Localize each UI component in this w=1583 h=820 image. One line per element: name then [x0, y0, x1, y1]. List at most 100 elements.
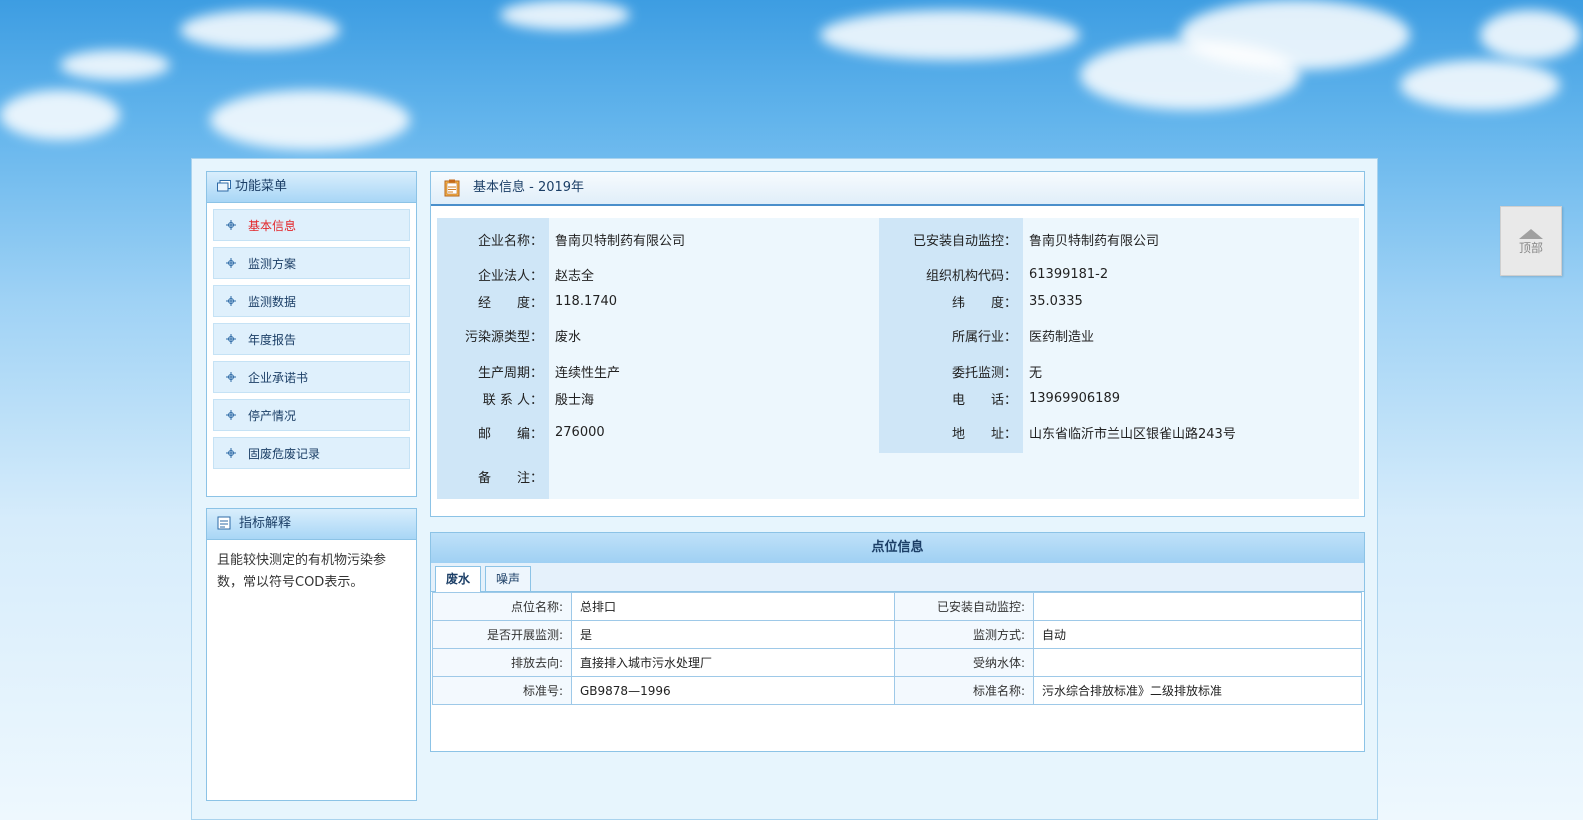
menu-item-label: 年度报告 — [248, 333, 297, 347]
info-label: 经 度： — [437, 289, 549, 313]
crosshair-icon — [226, 296, 236, 306]
info-row: 污染源类型： 废水 所属行业： 医药制造业 — [437, 313, 1359, 357]
menu-item-label: 监测方案 — [248, 257, 297, 271]
crosshair-icon — [226, 220, 236, 230]
tab-wastewater[interactable]: 废水 — [435, 566, 482, 592]
menu-item-label: 企业承诺书 — [248, 371, 309, 385]
basic-info-header: 基本信息 - 2019年 — [431, 172, 1364, 206]
document-icon — [217, 516, 231, 530]
point-row: 排放去向: 直接排入城市污水处理厂 受纳水体: — [432, 648, 1362, 677]
crosshair-icon — [226, 258, 236, 268]
info-value: 废水 — [549, 313, 879, 357]
info-label: 企业法人： — [437, 260, 549, 289]
info-value: 鲁南贝特制药有限公司 — [1023, 218, 1359, 260]
menu-item-label: 基本信息 — [248, 219, 297, 233]
info-value: 医药制造业 — [1023, 313, 1359, 357]
back-to-top-label: 顶部 — [1518, 241, 1543, 255]
function-menu: 基本信息 监测方案 监测数据 年度报告 企业承诺书 停产情况 固废危废记录 — [207, 203, 416, 469]
point-value: 自动 — [1033, 620, 1362, 649]
menu-item-waste-records[interactable]: 固废危废记录 — [213, 437, 410, 469]
info-label: 联 系 人： — [437, 385, 549, 411]
info-row: 邮 编： 276000 地 址： 山东省临沂市兰山区银雀山路243号 — [437, 411, 1359, 453]
basic-info-table: 企业名称： 鲁南贝特制药有限公司 已安装自动监控： 鲁南贝特制药有限公司 企业法… — [437, 218, 1359, 499]
cloud-decoration — [60, 50, 170, 80]
remark-value — [549, 453, 1359, 499]
info-label: 企业名称： — [437, 218, 549, 260]
point-label: 受纳水体: — [894, 648, 1034, 677]
basic-info-panel: 基本信息 - 2019年 企业名称： 鲁南贝特制药有限公司 已安装自动监控： 鲁… — [430, 171, 1365, 517]
point-row: 标准号: GB9878—1996 标准名称: 污水综合排放标准》二级排放标准 — [432, 676, 1362, 705]
cloud-decoration — [210, 90, 410, 150]
points-table: 点位名称: 总排口 已安装自动监控: 是否开展监测: 是 监测方式: 自动 排放… — [432, 592, 1362, 705]
cloud-decoration — [1480, 10, 1580, 60]
menu-item-label: 固废危废记录 — [248, 447, 321, 461]
point-label: 标准号: — [432, 676, 572, 705]
info-label: 污染源类型： — [437, 313, 549, 357]
info-value: 276000 — [549, 411, 879, 453]
point-label: 排放去向: — [432, 648, 572, 677]
info-value: 35.0335 — [1023, 289, 1359, 313]
info-row: 企业名称： 鲁南贝特制药有限公司 已安装自动监控： 鲁南贝特制药有限公司 — [437, 218, 1359, 260]
crosshair-icon — [226, 334, 236, 344]
points-title: 点位信息 — [431, 533, 1364, 563]
point-label: 监测方式: — [894, 620, 1034, 649]
cloud-decoration — [1400, 60, 1560, 110]
menu-item-shutdown[interactable]: 停产情况 — [213, 399, 410, 431]
point-value — [1033, 592, 1362, 621]
info-label: 电 话： — [879, 385, 1023, 411]
points-panel: 点位信息 废水 噪声 点位名称: 总排口 已安装自动监控: 是否开展监测: 是 … — [430, 532, 1365, 752]
cloud-decoration — [500, 0, 630, 30]
info-value: 无 — [1023, 357, 1359, 385]
point-value — [1033, 648, 1362, 677]
menu-item-commitment[interactable]: 企业承诺书 — [213, 361, 410, 393]
point-value: 直接排入城市污水处理厂 — [571, 648, 895, 677]
info-value: 118.1740 — [549, 289, 879, 313]
info-row: 联 系 人： 殷士海 电 话： 13969906189 — [437, 385, 1359, 411]
point-value: 是 — [571, 620, 895, 649]
info-value: 殷士海 — [549, 385, 879, 411]
menu-item-annual-report[interactable]: 年度报告 — [213, 323, 410, 355]
indicator-panel: 指标解释 且能较快测定的有机物污染参数，常以符号COD表示。 — [206, 508, 417, 801]
info-value: 鲁南贝特制药有限公司 — [549, 218, 879, 260]
indicator-header: 指标解释 — [207, 509, 416, 540]
info-value: 赵志全 — [549, 260, 879, 289]
cloud-decoration — [180, 10, 340, 50]
function-menu-panel: 功能菜单 基本信息 监测方案 监测数据 年度报告 企业承诺书 停产情况 固废危废… — [206, 171, 417, 497]
info-label: 生产周期： — [437, 357, 549, 385]
menu-item-basic-info[interactable]: 基本信息 — [213, 209, 410, 241]
point-label: 是否开展监测: — [432, 620, 572, 649]
tab-noise[interactable]: 噪声 — [485, 566, 532, 591]
info-label: 已安装自动监控： — [879, 218, 1023, 260]
remark-label: 备 注： — [437, 453, 549, 499]
basic-info-title: 基本信息 - 2019年 — [473, 180, 585, 195]
arrow-up-icon — [1519, 229, 1543, 239]
indicator-text: 且能较快测定的有机物污染参数，常以符号COD表示。 — [217, 553, 387, 590]
menu-item-monitoring-plan[interactable]: 监测方案 — [213, 247, 410, 279]
info-value: 连续性生产 — [549, 357, 879, 385]
info-label: 纬 度： — [879, 289, 1023, 313]
cloud-decoration — [820, 10, 1080, 60]
info-label: 地 址： — [879, 411, 1023, 453]
info-label: 邮 编： — [437, 411, 549, 453]
point-row: 是否开展监测: 是 监测方式: 自动 — [432, 620, 1362, 649]
cloud-decoration — [0, 90, 120, 140]
point-value: GB9878—1996 — [571, 676, 895, 705]
info-value: 山东省临沂市兰山区银雀山路243号 — [1023, 411, 1359, 453]
info-row-remark: 备 注： — [437, 453, 1359, 499]
crosshair-icon — [226, 448, 236, 458]
info-row: 经 度： 118.1740 纬 度： 35.0335 — [437, 289, 1359, 313]
info-label: 组织机构代码： — [879, 260, 1023, 289]
info-row: 生产周期： 连续性生产 委托监测： 无 — [437, 357, 1359, 385]
indicator-title: 指标解释 — [239, 516, 292, 531]
function-menu-header: 功能菜单 — [207, 172, 416, 203]
clipboard-icon — [444, 179, 460, 197]
cloud-decoration — [1180, 0, 1410, 70]
info-label: 所属行业： — [879, 313, 1023, 357]
point-label: 标准名称: — [894, 676, 1034, 705]
point-value: 污水综合排放标准》二级排放标准 — [1033, 676, 1362, 705]
back-to-top-button[interactable]: 顶部 — [1500, 206, 1562, 276]
menu-item-monitoring-data[interactable]: 监测数据 — [213, 285, 410, 317]
crosshair-icon — [226, 372, 236, 382]
point-label: 点位名称: — [432, 592, 572, 621]
point-row: 点位名称: 总排口 已安装自动监控: — [432, 592, 1362, 621]
